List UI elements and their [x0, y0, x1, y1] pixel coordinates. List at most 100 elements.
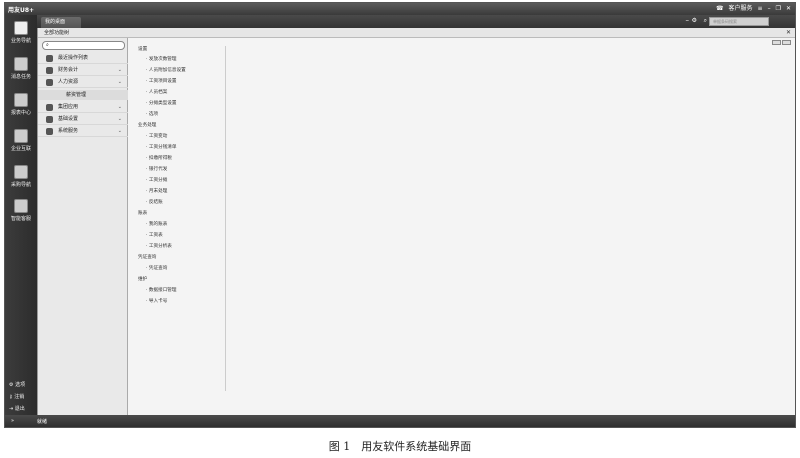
business-nav-icon	[14, 21, 28, 35]
menu-item[interactable]: · 分摊类型设置	[146, 100, 177, 106]
menu-item[interactable]: · 工资变动	[146, 133, 167, 139]
app-logo: 用友U8+	[8, 7, 35, 14]
message-task-icon	[14, 57, 28, 71]
tree-item-payroll[interactable]: 薪资管理	[38, 90, 128, 100]
title-bar: 用友U8+ ☎ 客户服务 ≡ – ❐ ✕	[5, 3, 795, 15]
menu-group-title: 维护	[138, 277, 148, 282]
chevron-down-icon: ⌄	[117, 128, 122, 134]
tree-item-label: 人力资源	[58, 79, 79, 85]
menu-item-label: 导入卡号	[148, 299, 168, 304]
menu-item[interactable]: · 凭证查询	[146, 265, 167, 271]
menu-item[interactable]: · 我的账表	[146, 221, 167, 227]
rail-item-message-task[interactable]: 消息任务	[5, 57, 37, 80]
rail-label: 企业互联	[10, 146, 31, 152]
menu-group-title: 凭证查询	[138, 255, 157, 260]
divider	[225, 46, 226, 391]
menu-item[interactable]: · 导入卡号	[146, 298, 167, 304]
menu-item[interactable]: · 人员附加信息设置	[146, 67, 186, 73]
content-area: 全部功能树 ✕ ⌕ 最近操作列表 财务会计 ⌄ 人力资源 ⌄ 薪资管理 集团应用…	[37, 28, 795, 415]
tree-item-label: 系统服务	[58, 128, 79, 134]
menu-item-label: 反结账	[148, 200, 163, 205]
rail-item-business-nav[interactable]: 业务导航	[5, 21, 37, 44]
search-icon[interactable]: ⌕	[704, 17, 707, 25]
rail-label: 采购导航	[10, 182, 31, 188]
menu-item-label: 工资项目设置	[148, 79, 177, 84]
menu-item[interactable]: · 工资项目设置	[146, 78, 177, 84]
menu-item-label: 分摊类型设置	[148, 101, 177, 106]
menu-item-label: 工资分析表	[148, 244, 172, 249]
view-toggle	[772, 40, 791, 45]
menu-item-label: 选项	[148, 112, 159, 117]
content-header: 全部功能树 ✕	[38, 28, 795, 38]
close-icon[interactable]: ✕	[786, 28, 791, 38]
tree-item-finance[interactable]: 财务会计 ⌄	[38, 65, 128, 76]
chevron-down-icon: ⌄	[117, 67, 122, 73]
tree-item-group-apps[interactable]: 集团应用 ⌄	[38, 102, 128, 113]
list-view-icon[interactable]	[782, 40, 791, 45]
collapse-icon[interactable]: –	[686, 16, 690, 24]
menu-item[interactable]: · 工资分摊	[146, 177, 167, 183]
menu-icon[interactable]: ≡	[758, 5, 763, 13]
tree-search-input[interactable]: ⌕	[42, 41, 125, 50]
menu-item-label: 扣缴所得税	[148, 156, 172, 161]
tree-item-system-services[interactable]: 系统服务 ⌄	[38, 126, 128, 137]
menu-item[interactable]: · 工资分钱清单	[146, 144, 177, 150]
gear-icon: ⚙	[9, 382, 14, 388]
menu-item[interactable]: · 发放次数管理	[146, 56, 177, 62]
rail-logout[interactable]: ⚷ 注销	[9, 393, 24, 400]
menu-item-label: 我的账表	[148, 222, 168, 227]
menu-item[interactable]: · 选项	[146, 111, 158, 117]
menu-item-label: 发放次数管理	[148, 57, 177, 62]
group-icon	[46, 104, 53, 111]
minimize-icon[interactable]: –	[768, 5, 771, 13]
expand-arrows-icon[interactable]: »	[11, 418, 14, 424]
tree-item-hr[interactable]: 人力资源 ⌄	[38, 77, 128, 88]
menu-item-label: 工资分摊	[148, 178, 168, 183]
grid-view-icon[interactable]	[772, 40, 781, 45]
status-text: 就绪	[37, 419, 48, 425]
rail-item-purchase-nav[interactable]: 采购导航	[5, 165, 37, 188]
person-icon	[46, 79, 53, 86]
close-window-icon[interactable]: ✕	[786, 5, 791, 13]
tree-item-label: 基础设置	[58, 116, 79, 122]
rail-item-report-center[interactable]: 报表中心	[5, 93, 37, 116]
maximize-icon[interactable]: ❐	[776, 5, 781, 13]
menu-item[interactable]: · 扣缴所得税	[146, 155, 172, 161]
menu-item[interactable]: · 数据接口管理	[146, 287, 177, 293]
menu-item-label: 人员附加信息设置	[148, 68, 186, 73]
settings-icon[interactable]: ⚙	[692, 17, 697, 24]
figure-caption: 图 1 用友软件系统基础界面	[328, 440, 472, 453]
tree-item-label: 财务会计	[58, 67, 79, 73]
menu-group-title: 账表	[138, 211, 148, 216]
menu-item[interactable]: · 人员档案	[146, 89, 167, 95]
rail-exit[interactable]: ⇥ 退出	[9, 405, 25, 412]
rail-label: 消息任务	[10, 74, 31, 80]
search-icon: ⌕	[46, 42, 49, 48]
left-rail: 业务导航 消息任务 报表中心 企业互联 采购导航 智能客服 ⚙ 选项 ⚷ 注销	[5, 15, 37, 415]
tree-item-basic-settings[interactable]: 基础设置 ⌄	[38, 114, 128, 125]
menu-item[interactable]: · 工资分析表	[146, 243, 172, 249]
status-bar: » 就绪	[5, 415, 795, 427]
rail-item-smart-service[interactable]: 智能客服	[5, 199, 37, 222]
menu-item[interactable]: · 工资表	[146, 232, 163, 238]
rail-options[interactable]: ⚙ 选项	[9, 381, 25, 388]
menu-item[interactable]: · 反结账	[146, 199, 163, 205]
enterprise-connect-icon	[14, 129, 28, 143]
menu-item-label: 工资变动	[148, 134, 168, 139]
menu-item[interactable]: · 月末处理	[146, 188, 167, 194]
rail-item-enterprise-connect[interactable]: 企业互联	[5, 129, 37, 152]
tree-item-label: 薪资管理	[66, 92, 87, 98]
purchase-nav-icon	[14, 165, 28, 179]
rail-label: 业务导航	[10, 38, 31, 44]
customer-service-label[interactable]: 客户服务	[729, 5, 753, 13]
global-search-input[interactable]: 单据条码搜索	[709, 17, 769, 26]
tree-item-recent[interactable]: 最近操作列表	[38, 53, 128, 64]
menu-item-label: 凭证查询	[148, 266, 168, 271]
tab-bar: 我的桌面 – ⚙ ⌕ 单据条码搜索	[37, 15, 795, 28]
menu-group-title: 业务处理	[138, 123, 157, 128]
app-window: 用友U8+ ☎ 客户服务 ≡ – ❐ ✕ 我的桌面 – ⚙ ⌕ 单据条码搜索 业…	[4, 2, 796, 428]
menu-item[interactable]: · 银行代发	[146, 166, 167, 172]
exit-icon: ⇥	[9, 406, 14, 412]
customer-service-icon[interactable]: ☎	[716, 5, 723, 13]
tab-my-desktop[interactable]: 我的桌面	[41, 17, 81, 28]
